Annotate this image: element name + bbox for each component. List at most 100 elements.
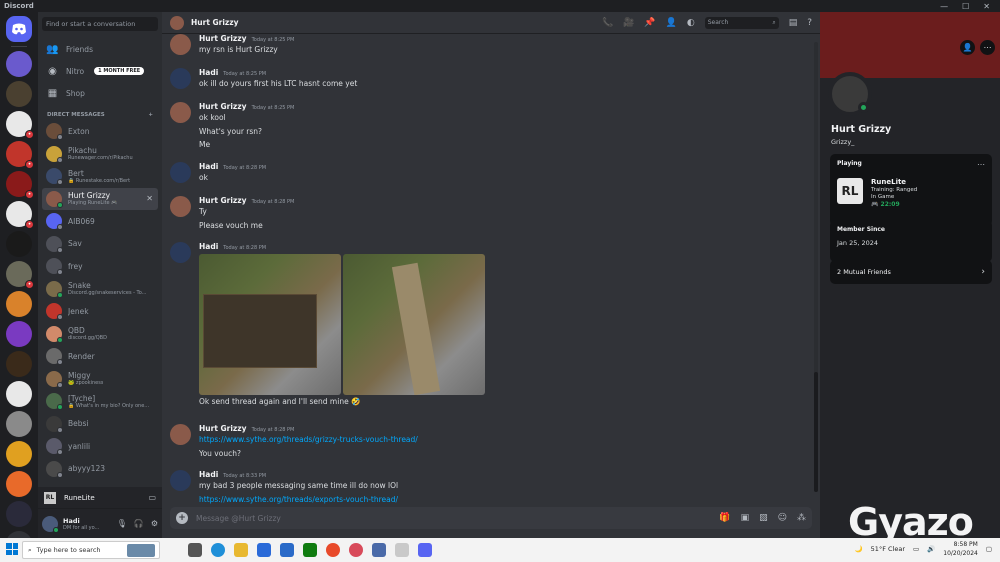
- server-icon[interactable]: [6, 381, 32, 407]
- gift-icon[interactable]: 🎁: [719, 513, 730, 523]
- dm-item[interactable]: yanlili: [42, 435, 158, 458]
- server-icon[interactable]: •: [6, 141, 34, 169]
- network-icon[interactable]: ▭: [913, 545, 919, 553]
- create-dm-icon[interactable]: +: [148, 112, 153, 118]
- server-icon[interactable]: •: [6, 201, 34, 229]
- maximize-button[interactable]: ☐: [962, 2, 969, 11]
- notifications-icon[interactable]: ▢: [986, 545, 992, 553]
- more-options-icon[interactable]: ⋯: [980, 40, 995, 55]
- message-author[interactable]: Hadi: [199, 68, 218, 77]
- runelite-taskbar-icon[interactable]: [395, 543, 409, 557]
- dm-search-input[interactable]: Find or start a conversation: [42, 17, 158, 31]
- app-icon[interactable]: [372, 543, 386, 557]
- mail-icon[interactable]: [280, 543, 294, 557]
- server-icon[interactable]: [6, 321, 32, 347]
- clock[interactable]: 8:58 PM 10/20/2024: [943, 540, 978, 558]
- message-author[interactable]: Hadi: [199, 470, 218, 479]
- nav-shop[interactable]: ▦ Shop: [42, 82, 158, 104]
- user-profile-icon[interactable]: ◐: [687, 18, 695, 28]
- discover-servers-icon[interactable]: ⊕: [6, 531, 32, 538]
- dm-item[interactable]: Bert 🔒 Runestake.com/r/Bert: [42, 165, 158, 188]
- user-avatar[interactable]: [42, 515, 59, 533]
- message-author[interactable]: Hurt Grizzy: [199, 196, 247, 205]
- minimize-button[interactable]: —: [940, 2, 948, 11]
- message-avatar[interactable]: [170, 34, 191, 55]
- message-author[interactable]: Hurt Grizzy: [199, 102, 247, 111]
- edge-browser-icon[interactable]: [211, 543, 225, 557]
- volume-icon[interactable]: 🔊: [927, 545, 935, 553]
- message-avatar[interactable]: [170, 162, 191, 183]
- chrome-browser-icon[interactable]: [326, 543, 340, 557]
- message-avatar[interactable]: [170, 470, 191, 491]
- settings-gear-icon[interactable]: ⚙: [151, 519, 158, 528]
- message-avatar[interactable]: [170, 424, 191, 445]
- server-icon[interactable]: [6, 411, 32, 437]
- game-screenshot-image[interactable]: [199, 254, 341, 395]
- sticker-icon[interactable]: ▧: [759, 513, 768, 523]
- server-icon[interactable]: [6, 471, 32, 497]
- activity-more-icon[interactable]: ⋯: [977, 160, 985, 169]
- close-window-button[interactable]: ✕: [983, 2, 990, 11]
- add-friend-icon[interactable]: 👤: [960, 40, 975, 55]
- server-icon[interactable]: [6, 441, 32, 467]
- server-icon[interactable]: •: [6, 171, 34, 199]
- message-link[interactable]: https://www.sythe.org/threads/exports-vo…: [199, 493, 398, 507]
- gif-icon[interactable]: ▣: [741, 513, 750, 523]
- headphones-icon[interactable]: 🎧: [134, 519, 144, 528]
- video-call-icon[interactable]: 🎥: [623, 18, 634, 28]
- emoji-icon[interactable]: ☺: [778, 513, 787, 523]
- dm-item[interactable]: Jenek: [42, 300, 158, 323]
- store-icon[interactable]: [257, 543, 271, 557]
- message-link[interactable]: https://www.sythe.org/threads/grizzy-tru…: [199, 433, 418, 447]
- browser-icon[interactable]: [349, 543, 363, 557]
- dm-item[interactable]: abyyy123: [42, 458, 158, 481]
- server-icon[interactable]: [6, 351, 32, 377]
- dm-item[interactable]: [Tyche] 🔒 What's in my bio? Only one...: [42, 390, 158, 413]
- dm-item[interactable]: QBD discord.gg/QBD: [42, 323, 158, 346]
- dm-item[interactable]: Hurt Grizzy Playing RuneLite 🎮 ✕: [42, 187, 158, 210]
- apps-icon[interactable]: ⁂: [797, 513, 806, 523]
- voice-call-icon[interactable]: 📞: [602, 18, 613, 28]
- game-screenshot-image[interactable]: [343, 254, 485, 395]
- pinned-messages-icon[interactable]: 📌: [644, 18, 655, 28]
- message-author[interactable]: Hurt Grizzy: [199, 34, 247, 43]
- dm-item[interactable]: Exton: [42, 120, 158, 143]
- weather-text[interactable]: 51°F Clear: [871, 545, 905, 553]
- dm-item[interactable]: Pikachu Runewager.com/r/Pikachu: [42, 143, 158, 166]
- message-author[interactable]: Hadi: [199, 242, 218, 251]
- server-icon[interactable]: [6, 231, 32, 257]
- xbox-icon[interactable]: [303, 543, 317, 557]
- activity-bar[interactable]: RL RuneLite ▭: [38, 487, 162, 509]
- dm-item[interactable]: Sav: [42, 233, 158, 256]
- dm-item[interactable]: AIB069: [42, 210, 158, 233]
- message-avatar[interactable]: [170, 196, 191, 217]
- dm-item[interactable]: Bebsi: [42, 413, 158, 436]
- chat-scrollbar[interactable]: [814, 42, 818, 492]
- server-icon[interactable]: [6, 501, 32, 527]
- inbox-icon[interactable]: ▤: [789, 18, 798, 28]
- message-author[interactable]: Hadi: [199, 162, 218, 171]
- add-attachment-icon[interactable]: +: [176, 512, 188, 524]
- dm-item[interactable]: Miggy 🐸 zpookiness: [42, 368, 158, 391]
- dm-item[interactable]: Snake Discord.gg/snakeservices - To...: [42, 278, 158, 301]
- message-avatar[interactable]: [170, 242, 191, 263]
- windows-start-icon[interactable]: [6, 543, 18, 555]
- message-author[interactable]: Hurt Grizzy: [199, 424, 247, 433]
- profile-avatar[interactable]: [828, 72, 872, 116]
- server-icon[interactable]: •: [6, 261, 34, 289]
- help-icon[interactable]: ?: [807, 18, 812, 28]
- message-avatar[interactable]: [170, 102, 191, 123]
- server-icon[interactable]: [6, 291, 32, 317]
- nav-friends[interactable]: 👥 Friends: [42, 38, 158, 60]
- header-search-input[interactable]: Search ⌕: [704, 16, 779, 29]
- server-icon[interactable]: [6, 51, 32, 77]
- message-input[interactable]: Message @Hurt Grizzy: [196, 514, 711, 523]
- message-composer[interactable]: + Message @Hurt Grizzy 🎁 ▣ ▧ ☺ ⁂: [170, 507, 812, 529]
- add-friends-to-dm-icon[interactable]: 👤: [666, 18, 677, 28]
- mutual-friends-card[interactable]: 2 Mutual Friends ›: [830, 260, 992, 284]
- scrollbar-thumb[interactable]: [814, 372, 818, 492]
- server-icon[interactable]: •: [6, 111, 34, 139]
- taskbar-search[interactable]: ⌕ Type here to search: [22, 541, 160, 559]
- dm-item[interactable]: Render: [42, 345, 158, 368]
- discord-home-button[interactable]: [6, 16, 32, 42]
